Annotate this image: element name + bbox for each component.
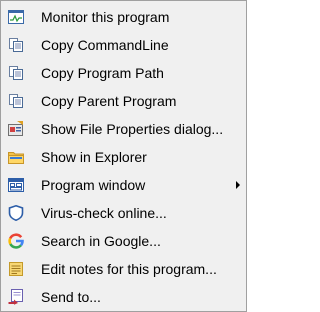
menu-item-label: Copy Program Path bbox=[41, 65, 164, 81]
menu-item-label: Send to... bbox=[41, 289, 101, 305]
submenu-arrow-icon bbox=[236, 181, 240, 189]
menu-item-label: Copy Parent Program bbox=[41, 93, 177, 109]
monitor-icon bbox=[8, 9, 24, 25]
shield-icon bbox=[8, 205, 24, 221]
copy-icon bbox=[8, 65, 24, 81]
menu-item-label: Search in Google... bbox=[41, 233, 161, 249]
menu-item-search-google[interactable]: Search in Google... bbox=[3, 228, 244, 254]
copy-icon bbox=[8, 93, 24, 109]
menu-item-label: Show File Properties dialog... bbox=[41, 121, 224, 137]
menu-item-virus-check[interactable]: Virus-check online... bbox=[3, 200, 244, 226]
notes-icon bbox=[8, 261, 24, 277]
google-icon bbox=[8, 233, 24, 249]
menu-item-label: Virus-check online... bbox=[41, 205, 167, 221]
send-to-icon bbox=[8, 289, 24, 305]
copy-icon bbox=[8, 37, 24, 53]
file-properties-icon bbox=[8, 121, 24, 137]
menu-item-copy-program-path[interactable]: Copy Program Path bbox=[3, 60, 244, 86]
menu-item-send-to[interactable]: Send to... bbox=[3, 284, 244, 310]
menu-item-label: Monitor this program bbox=[41, 9, 170, 25]
menu-item-label: Show in Explorer bbox=[41, 149, 147, 165]
menu-item-program-window[interactable]: Program window bbox=[3, 172, 244, 198]
menu-item-copy-commandline[interactable]: Copy CommandLine bbox=[3, 32, 244, 58]
menu-item-label: Program window bbox=[41, 177, 146, 193]
menu-item-label: Edit notes for this program... bbox=[41, 261, 217, 277]
menu-item-label: Copy CommandLine bbox=[41, 37, 169, 53]
menu-item-edit-notes[interactable]: Edit notes for this program... bbox=[3, 256, 244, 282]
menu-item-show-file-properties[interactable]: Show File Properties dialog... bbox=[3, 116, 244, 142]
menu-item-monitor-program[interactable]: Monitor this program bbox=[3, 4, 244, 30]
context-menu: Monitor this program Copy CommandLine Co bbox=[0, 0, 247, 312]
menu-item-show-in-explorer[interactable]: Show in Explorer bbox=[3, 144, 244, 170]
menu-item-copy-parent-program[interactable]: Copy Parent Program bbox=[3, 88, 244, 114]
window-icon bbox=[8, 177, 24, 193]
folder-icon bbox=[8, 149, 24, 165]
